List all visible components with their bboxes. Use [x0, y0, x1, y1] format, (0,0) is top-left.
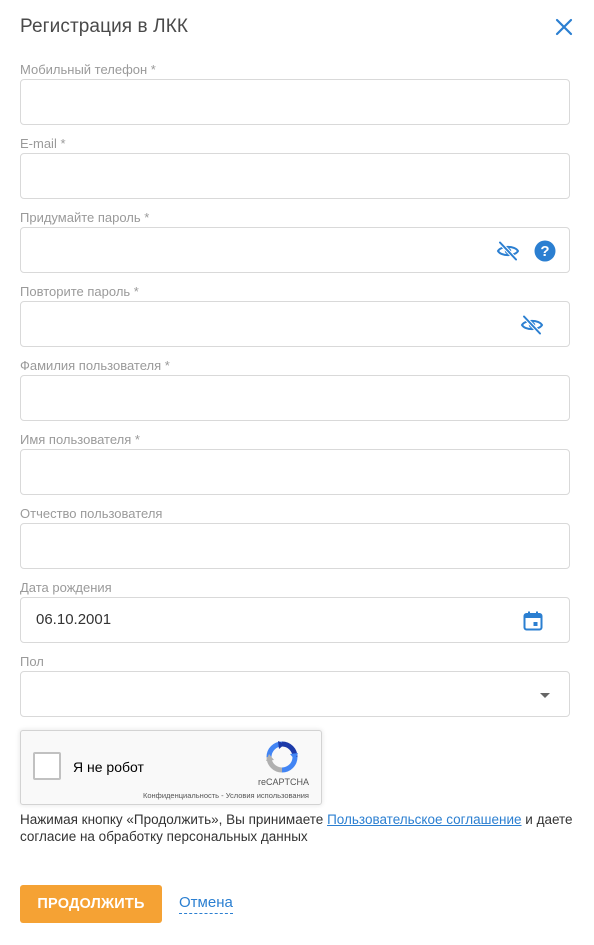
email-input[interactable] — [20, 153, 570, 199]
password-repeat-label: Повторите пароль * — [20, 284, 139, 299]
birth-date-value: 06.10.2001 — [36, 611, 112, 628]
last-name-label: Фамилия пользователя * — [20, 358, 170, 373]
gender-label: Пол — [20, 654, 44, 669]
birth-date-input[interactable]: 06.10.2001 — [20, 597, 570, 643]
gender-select[interactable] — [20, 671, 570, 717]
svg-text:?: ? — [540, 243, 549, 260]
recaptcha-links[interactable]: Конфиденциальность - Условия использован… — [143, 791, 309, 800]
recaptcha-brand: reCAPTCHA — [257, 777, 309, 787]
middle-name-label: Отчество пользователя — [20, 506, 163, 521]
close-icon[interactable] — [552, 15, 576, 39]
dropdown-arrow-icon[interactable] — [533, 683, 557, 707]
consent-text-before: Нажимая кнопку «Продолжить», Вы принимае… — [20, 812, 328, 827]
password-input[interactable]: ? — [20, 227, 570, 273]
recaptcha-widget: Я не робот reCAPTCHA Конфиденциальность … — [20, 730, 322, 805]
password-repeat-input[interactable] — [20, 301, 570, 347]
eye-off-icon[interactable] — [520, 313, 544, 337]
first-name-label: Имя пользователя * — [20, 432, 140, 447]
phone-label: Мобильный телефон * — [20, 62, 156, 77]
help-icon[interactable]: ? — [533, 239, 557, 263]
middle-name-input[interactable] — [20, 523, 570, 569]
last-name-input[interactable] — [20, 375, 570, 421]
continue-button[interactable]: ПРОДОЛЖИТЬ — [20, 885, 162, 923]
dialog-title: Регистрация в ЛКК — [20, 16, 189, 37]
consent-text: Нажимая кнопку «Продолжить», Вы принимае… — [20, 811, 575, 845]
cancel-button[interactable]: Отмена — [179, 894, 233, 914]
email-label: E-mail * — [20, 136, 66, 151]
user-agreement-link[interactable]: Пользовательское соглашение — [327, 812, 521, 827]
birth-date-label: Дата рождения — [20, 580, 112, 595]
recaptcha-logo-icon — [265, 740, 299, 774]
recaptcha-checkbox[interactable] — [33, 752, 61, 780]
eye-off-icon[interactable] — [496, 239, 520, 263]
first-name-input[interactable] — [20, 449, 570, 495]
password-label: Придумайте пароль * — [20, 210, 150, 225]
calendar-icon[interactable] — [521, 609, 545, 633]
recaptcha-label: Я не робот — [73, 759, 144, 775]
registration-dialog: Регистрация в ЛКК Мобильный телефон * E-… — [0, 0, 594, 945]
phone-input[interactable] — [20, 79, 570, 125]
